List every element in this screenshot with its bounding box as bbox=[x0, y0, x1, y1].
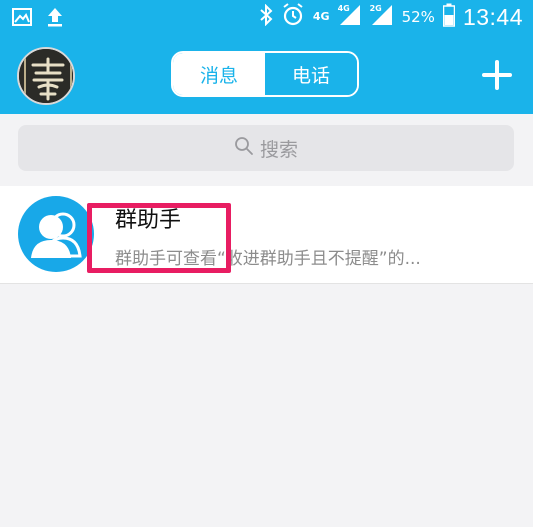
user-avatar[interactable]: 善 bbox=[17, 47, 75, 105]
tab-switcher: 消息 电话 bbox=[171, 51, 359, 97]
app-header: 善 消息 电话 bbox=[0, 36, 533, 114]
network-4g-label: 4G bbox=[312, 10, 330, 23]
plus-icon[interactable] bbox=[480, 58, 514, 92]
sim1-network-label: 4G bbox=[337, 4, 350, 13]
gallery-icon bbox=[12, 8, 32, 30]
signal-icon: 4G bbox=[338, 4, 362, 30]
alarm-icon bbox=[281, 3, 305, 31]
status-bar: 4G 4G 2G 52% 13:44 bbox=[0, 0, 533, 36]
group-people-icon bbox=[18, 196, 94, 272]
tab-calls[interactable]: 电话 bbox=[265, 53, 357, 95]
status-time: 13:44 bbox=[462, 3, 523, 30]
signal-icon: 2G bbox=[370, 4, 394, 30]
sim2-network-label: 2G bbox=[369, 4, 382, 13]
calligraphy-avatar-icon bbox=[19, 49, 73, 103]
upload-icon bbox=[46, 7, 64, 31]
search-placeholder: 搜索 bbox=[259, 138, 298, 161]
search-input[interactable]: 搜索 bbox=[18, 125, 514, 171]
battery-icon bbox=[442, 3, 456, 31]
search-icon bbox=[234, 136, 254, 161]
list-item[interactable]: 群助手 群助手可查看“收进群助手且不提醒”的... bbox=[0, 186, 533, 284]
battery-percentage: 52% bbox=[401, 8, 435, 26]
highlight-box bbox=[87, 203, 231, 273]
tab-messages[interactable]: 消息 bbox=[173, 53, 265, 95]
bluetooth-icon bbox=[259, 3, 273, 30]
